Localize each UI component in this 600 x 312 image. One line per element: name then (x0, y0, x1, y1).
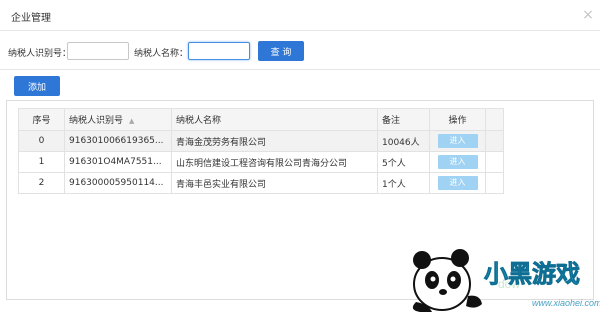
search-button[interactable]: 查 询 (258, 41, 304, 61)
table-header-row: 序号 纳税人识别号 ▲ 纳税人名称 备注 操作 (18, 108, 504, 131)
sort-asc-icon[interactable]: ▲ (129, 117, 134, 125)
cell-no: 1 (18, 151, 65, 173)
cell-name: 山东明信建设工程咨询有限公司青海分公司 (171, 151, 378, 173)
table-row[interactable]: 0 916301006619365... 青海金茂劳务有限公司 10046人 进… (18, 130, 504, 152)
col-header-no[interactable]: 序号 (18, 108, 65, 131)
cell-tax-id: 916301006619365... (64, 130, 172, 152)
col-header-name[interactable]: 纳税人名称 (171, 108, 378, 131)
cell-action: 进入 (429, 130, 486, 152)
cell-name: 青海金茂劳务有限公司 (171, 130, 378, 152)
panda-mascot-icon (412, 249, 482, 312)
enter-button[interactable]: 进入 (437, 176, 478, 190)
company-table: 序号 纳税人识别号 ▲ 纳税人名称 备注 操作 0 916301006619365… (18, 108, 504, 194)
cell-note: 10046人 (377, 130, 430, 152)
cell-filler (485, 172, 504, 194)
watermark-brand-text: 小黑游戏 (484, 260, 580, 288)
taxpayer-name-label: 纳税人名称： (134, 49, 189, 59)
cell-filler (485, 151, 504, 173)
window-titlebar: 企业管理 × (0, 0, 600, 31)
cell-note: 1个人 (377, 172, 430, 194)
enter-button[interactable]: 进入 (437, 134, 478, 148)
watermark-domain: www.xiaohei.com (532, 298, 600, 308)
taxpayer-name-input[interactable] (188, 42, 250, 60)
cell-no: 0 (18, 130, 65, 152)
cell-name: 青海丰邑实业有限公司 (171, 172, 378, 194)
cell-action: 进入 (429, 172, 486, 194)
cell-note: 5个人 (377, 151, 430, 173)
col-header-note[interactable]: 备注 (377, 108, 430, 131)
divider (0, 69, 600, 70)
col-header-tax-id[interactable]: 纳税人识别号 ▲ (64, 108, 172, 131)
cell-action: 进入 (429, 151, 486, 173)
tax-id-input[interactable] (67, 42, 129, 60)
window-title: 企业管理 (11, 13, 51, 24)
tax-id-label: 纳税人识别号： (8, 49, 72, 59)
col-header-action: 操作 (429, 108, 486, 131)
cell-no: 2 (18, 172, 65, 194)
table-row[interactable]: 2 916300005950114... 青海丰邑实业有限公司 1个人 进入 (18, 172, 504, 194)
cell-filler (485, 130, 504, 152)
add-button[interactable]: 添加 (14, 76, 60, 96)
close-icon[interactable]: × (581, 8, 595, 22)
table-row[interactable]: 1 916301O4MA7551... 山东明信建设工程咨询有限公司青海分公司 … (18, 151, 504, 173)
enter-button[interactable]: 进入 (437, 155, 478, 169)
watermark-logo: dow 小黑游戏 www.xiaohei.com (412, 249, 600, 312)
search-bar: 纳税人识别号： 纳税人名称： 查 询 (0, 38, 600, 64)
col-header-tax-id-label: 纳税人识别号 (69, 116, 124, 126)
cell-tax-id: 916300005950114... (64, 172, 172, 194)
col-header-filler (485, 108, 504, 131)
cell-tax-id: 916301O4MA7551... (64, 151, 172, 173)
